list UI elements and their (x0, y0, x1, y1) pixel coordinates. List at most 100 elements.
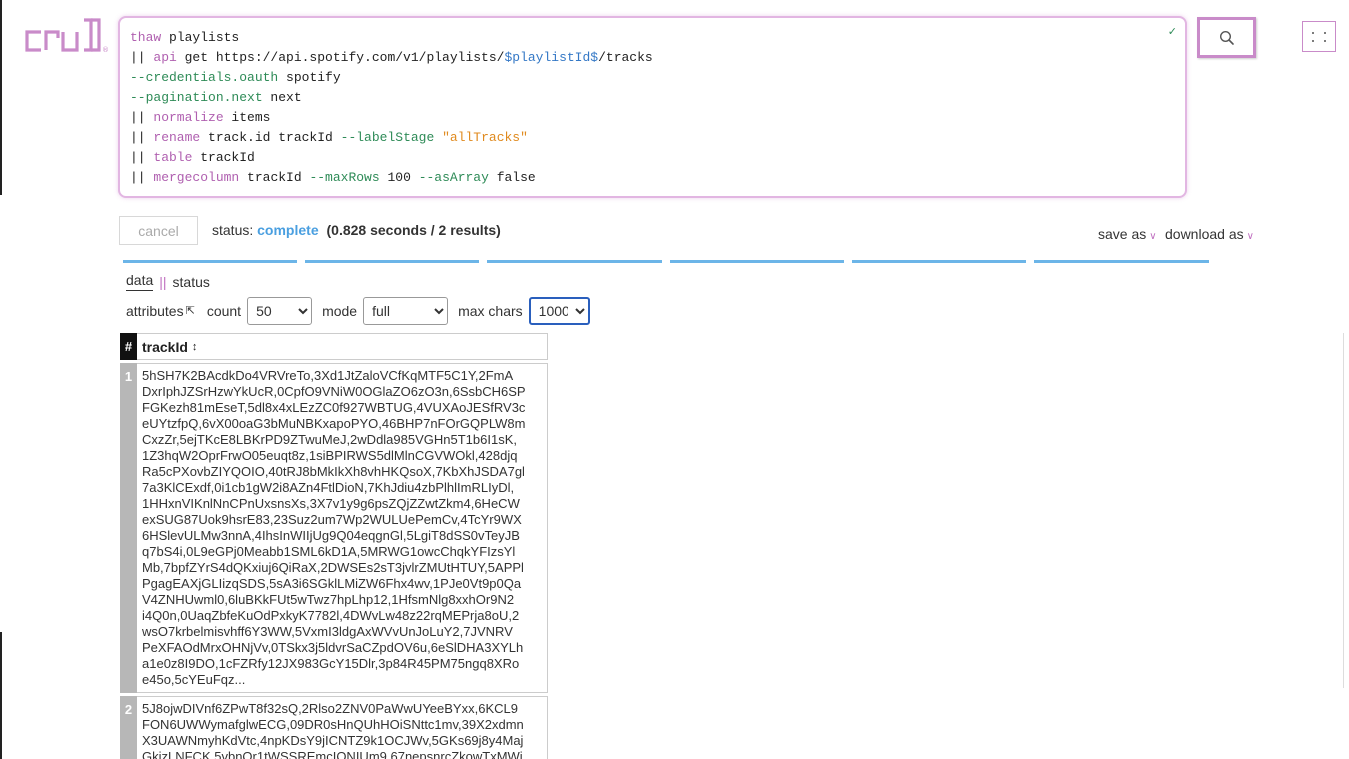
query-code: thaw playlists || api get https://api.spo… (130, 28, 1175, 188)
table-cell-trackid[interactable]: 5J8ojwDIVnf6ZPwT8f32sQ,2Rlso2ZNV0PaWwUYe… (137, 696, 548, 759)
count-label: count (206, 302, 242, 319)
stage-progress-bars (123, 260, 1209, 263)
chevron-down-icon: ∨ (1246, 231, 1254, 242)
cell-text-line: 5hSH7K2BAcdkDo4VRVreTo,3Xd1JtZaloVCfKqMT… (142, 368, 514, 383)
cell-text-line: V4ZNHUwml0,6luBKkFUt5wTwz7hpLhp12,1HfsmN… (142, 592, 515, 607)
table-body: 1 5hSH7K2BAcdkDo4VRVreTo,3Xd1JtZaloVCfKqM… (120, 363, 548, 759)
row-number-header: # (120, 333, 137, 360)
left-edge-rule (0, 0, 2, 195)
code-token: || (130, 170, 154, 185)
code-line: || mergecolumn trackId --maxRows 100 --a… (130, 168, 1175, 188)
cell-text-line: PgagEAXjGLIizqSDS,5sA3i6SGklLMiZW6Fhx4wv… (142, 576, 522, 591)
expand-menu-button[interactable] (1302, 21, 1336, 52)
save-as-menu[interactable]: save as ∨ (1098, 226, 1157, 242)
tab-data[interactable]: data (126, 272, 154, 291)
code-token: table (153, 150, 193, 165)
cell-text-line: X3UAWNmyhKdVtc,4npKDsY9jICNTZ9k1OCJWv,5G… (142, 733, 524, 748)
code-token: --asArray (418, 170, 489, 185)
cell-text-line: CxzZr,5ejTKcE8LBKrPD9ZTwuMeJ,2wDdla985VG… (142, 432, 517, 447)
code-token: api (153, 50, 177, 65)
code-token: || (130, 50, 154, 65)
code-token: --pagination.next (130, 90, 263, 105)
sort-icon[interactable]: ↕ (192, 341, 198, 353)
cell-text-line: Ra5cPXovbZIYQOIO,40tRJ8bMkIkXh8vhHKQsoX,… (142, 464, 525, 479)
code-line: --credentials.oauth spotify (130, 68, 1175, 88)
code-line: || api get https://api.spotify.com/v1/pl… (130, 48, 1175, 68)
code-token: --maxRows (309, 170, 380, 185)
cell-text-line: 5J8ojwDIVnf6ZPwT8f32sQ,2Rlso2ZNV0PaWwUYe… (142, 701, 518, 716)
cell-text-line: exSUG87Uok9hsrE83,23Suz2um7Wp2WULUePemCv… (142, 512, 522, 527)
crul-logo: ® (24, 18, 114, 54)
tab-status[interactable]: status (173, 274, 210, 290)
count-select[interactable]: 50 (247, 296, 313, 325)
results-table: # trackId ↕ 1 5hSH7K2BAcdkDo4VRVreTo,3Xd1… (120, 333, 548, 759)
table-row[interactable]: 1 5hSH7K2BAcdkDo4VRVreTo,3Xd1JtZaloVCfKqM… (120, 363, 548, 693)
save-as-label: save as (1098, 226, 1147, 242)
stage-bar[interactable] (123, 260, 297, 263)
search-icon (1219, 30, 1234, 45)
code-token: || (130, 130, 154, 145)
query-status: status: complete (0.828 seconds / 2 resu… (212, 222, 501, 238)
results-controls: attributes ⇱ count 50 mode full max char… (126, 296, 600, 325)
code-token: get https://api.spotify.com/v1/playlists… (176, 50, 505, 65)
code-token: rename (153, 130, 201, 145)
stage-bar[interactable] (670, 260, 844, 263)
stage-bar[interactable] (487, 260, 662, 263)
cell-text-line: FON6UWWymafglwECG,09DR0sHnQUhHOiSNttc1mv… (142, 717, 524, 732)
table-cell-trackid[interactable]: 5hSH7K2BAcdkDo4VRVreTo,3Xd1JtZaloVCfKqMT… (137, 363, 548, 693)
cell-text-line: i4Q0n,0UaqZbfeKuOdPxkyK7782l,4DWvLw48z22… (142, 608, 520, 623)
code-token: next (262, 90, 302, 105)
code-token: normalize (153, 110, 224, 125)
stage-bar[interactable] (852, 260, 1026, 263)
run-query-button[interactable] (1197, 17, 1256, 58)
cell-text-line: wsO7krbelmisvhff6Y3WW,5VxmI3ldgAxWVvUnJo… (142, 624, 513, 639)
code-token: playlists (161, 30, 240, 45)
column-header-label: trackId (142, 338, 188, 355)
stage-bar[interactable] (305, 260, 479, 263)
cell-text-line: q7bS4i,0L9eGPj0Meabb1SML6kD1A,5MRWG1owcC… (142, 544, 516, 559)
code-token: trackId (192, 150, 255, 165)
cell-text-line: e45o,5cYEuFqz... (142, 672, 246, 687)
download-as-label: download as (1165, 226, 1244, 242)
code-line: --pagination.next next (130, 88, 1175, 108)
code-token: --credentials.oauth (130, 70, 279, 85)
code-token: /tracks (598, 50, 653, 65)
table-row[interactable]: 2 5J8ojwDIVnf6ZPwT8f32sQ,2Rlso2ZNV0PaWwUY… (120, 696, 548, 759)
column-header-trackid[interactable]: trackId ↕ (137, 333, 548, 360)
tab-separator: || (159, 273, 167, 290)
results-tabs: data || status (126, 272, 210, 291)
dots-grid-icon (1312, 31, 1326, 42)
max-chars-select[interactable]: 1000 (528, 296, 590, 325)
stage-bar[interactable] (1034, 260, 1209, 263)
expand-arrow-icon[interactable]: ⇱ (186, 304, 195, 317)
code-token: 100 (379, 170, 419, 185)
mode-label: mode (322, 302, 358, 319)
cell-text-line: DxrIphJZSrHzwYkUcR,0CpfO9VNiW0OGlaZO6zO3… (142, 384, 526, 399)
valid-check-icon: ✓ (1167, 25, 1177, 38)
code-line: || rename track.id trackId --labelStage … (130, 128, 1175, 148)
table-header: # trackId ↕ (120, 333, 548, 360)
page-scrollbar[interactable] (1343, 333, 1349, 688)
cell-text-line: 7a3KlCExdf,0i1cb1gW2i8AZn4FtlDioN,7KhJdi… (142, 480, 515, 495)
code-line: thaw playlists (130, 28, 1175, 48)
code-token: $playlistId$ (504, 50, 599, 65)
attributes-toggle[interactable]: attributes (126, 303, 184, 319)
cell-text-line: PeXFAOdMrxOHNjVv,0TSkx3j5ldvrSaCZpdOV6u,… (142, 640, 524, 655)
download-as-menu[interactable]: download as ∨ (1165, 226, 1254, 242)
mode-select[interactable]: full (363, 296, 449, 325)
chevron-down-icon: ∨ (1149, 231, 1157, 242)
left-edge-rule-lower (0, 632, 2, 759)
code-token: items (223, 110, 271, 125)
cell-text-line: 6HSlevULMw3nnA,4IhsInWIIjUg9Q04eqgnGl,5L… (142, 528, 520, 543)
status-label: status: (212, 222, 254, 238)
code-token: "allTracks" (442, 130, 528, 145)
row-number: 1 (120, 363, 137, 693)
cancel-button[interactable]: cancel (119, 216, 198, 245)
code-token: trackId (239, 170, 310, 185)
cell-text-line: a1e0z8I9DO,1cFZRfy12JX983GcY15Dlr,3p84R4… (142, 656, 520, 671)
query-editor[interactable]: thaw playlists || api get https://api.spo… (118, 16, 1187, 198)
code-token: spotify (278, 70, 341, 85)
svg-text:®: ® (102, 46, 109, 54)
code-token: || (130, 150, 154, 165)
max-chars-label: max chars (458, 302, 523, 319)
